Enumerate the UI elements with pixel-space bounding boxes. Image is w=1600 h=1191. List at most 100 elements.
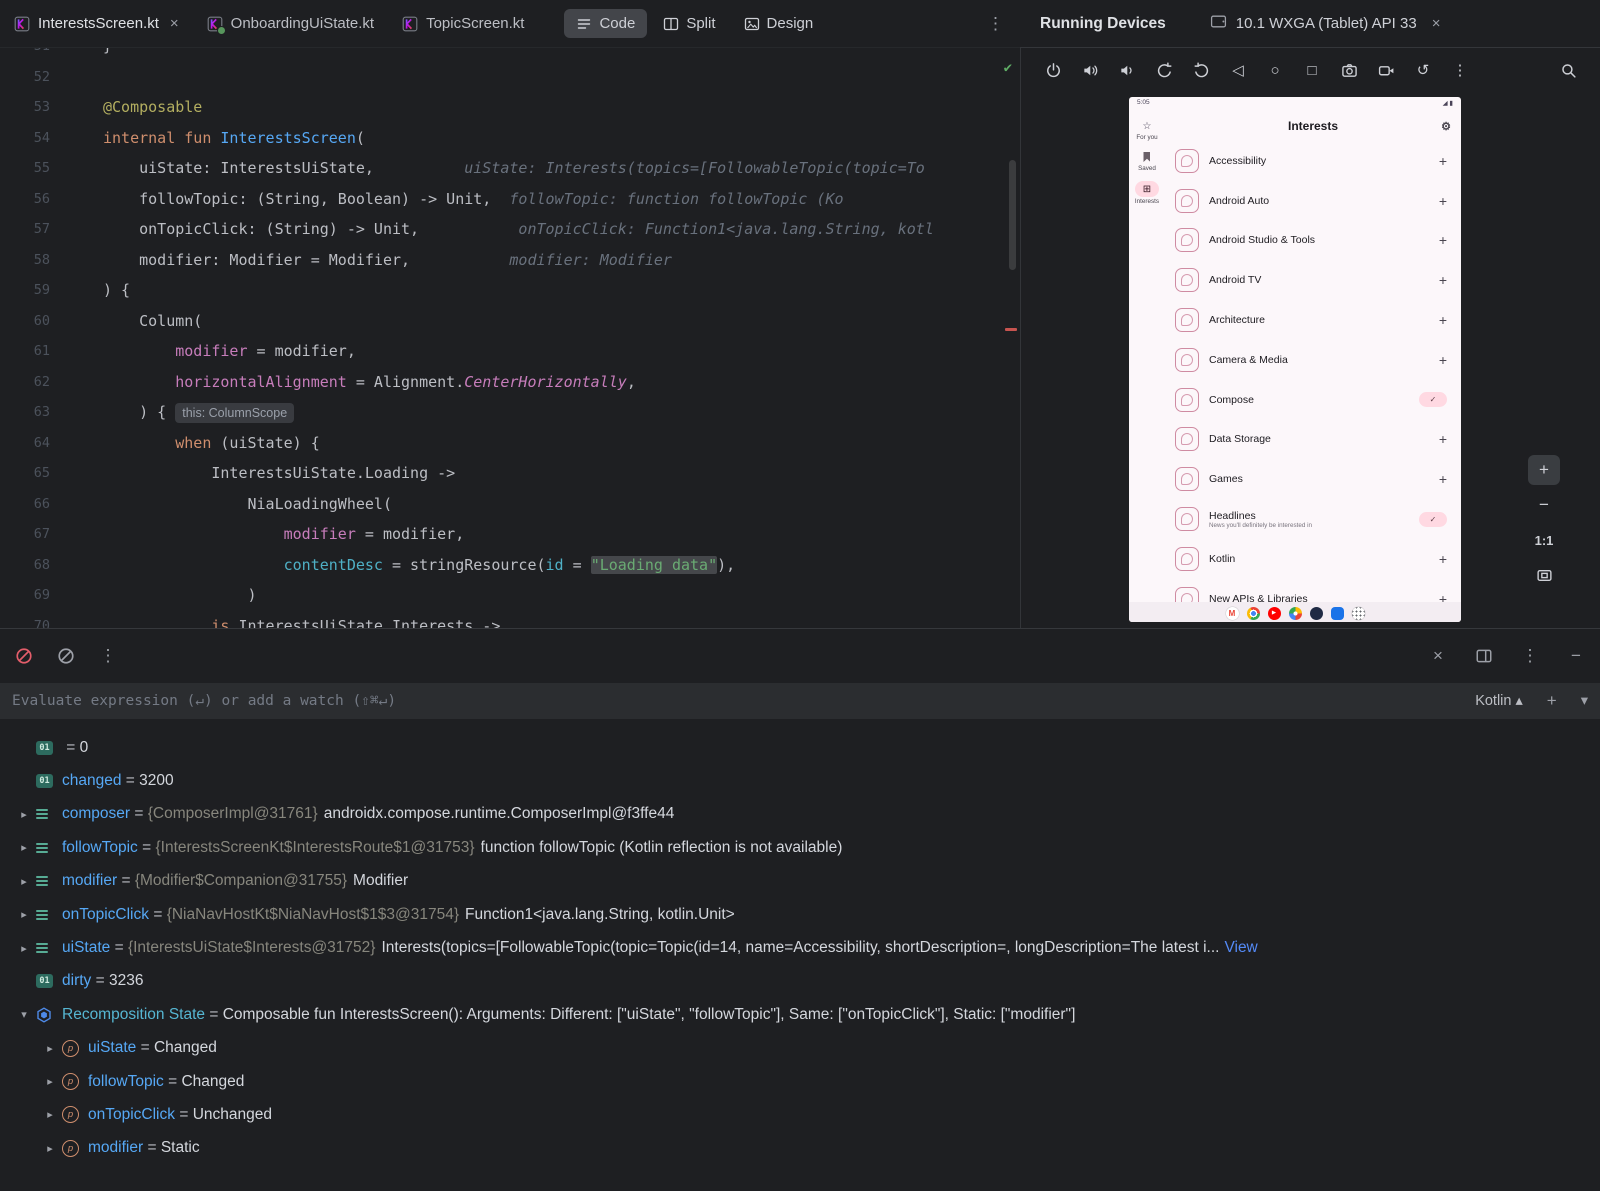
- zoom-ratio-label[interactable]: 1:1: [1528, 525, 1560, 555]
- nav-saved[interactable]: Saved: [1138, 150, 1156, 172]
- nav-for-you[interactable]: ☆For you: [1136, 119, 1157, 141]
- topic-row[interactable]: Camera & Media+: [1175, 340, 1447, 380]
- device-screen[interactable]: 5:05 ◢ ▮ ☆For youSaved⊞Interests Interes…: [1129, 97, 1461, 622]
- follow-plus-icon[interactable]: +: [1439, 591, 1447, 602]
- fit-screen-icon[interactable]: [1528, 560, 1560, 590]
- hide-icon[interactable]: −: [1566, 646, 1586, 666]
- variable-row[interactable]: ▸ponTopicClick = Unchanged: [0, 1098, 1600, 1131]
- expand-chevron-icon[interactable]: ▸: [12, 841, 36, 854]
- variable-row[interactable]: ▾Recomposition State = Composable fun In…: [0, 998, 1600, 1031]
- tab-options-icon[interactable]: ⋮: [987, 14, 1004, 34]
- followed-check-icon[interactable]: ✓: [1419, 392, 1447, 407]
- variable-row[interactable]: ▸pmodifier = Static: [0, 1132, 1600, 1165]
- variable-row[interactable]: 01changed = 3200: [0, 764, 1600, 797]
- topic-row[interactable]: Kotlin+: [1175, 539, 1447, 579]
- settings-gear-icon[interactable]: ⚙: [1441, 120, 1451, 133]
- power-icon[interactable]: [1043, 60, 1063, 80]
- apps-icon[interactable]: [1352, 607, 1365, 620]
- topic-row[interactable]: Compose✓: [1175, 380, 1447, 420]
- tab-close-icon[interactable]: ×: [170, 15, 179, 32]
- follow-plus-icon[interactable]: +: [1439, 272, 1447, 288]
- device-search-icon[interactable]: [1558, 60, 1578, 80]
- expand-chevron-icon[interactable]: ▸: [38, 1108, 62, 1121]
- snapshot-icon[interactable]: ↺: [1413, 60, 1433, 80]
- collapse-chevron-icon[interactable]: ▾: [12, 1008, 36, 1021]
- follow-plus-icon[interactable]: +: [1439, 352, 1447, 368]
- device-tab[interactable]: 10.1 WXGA (Tablet) API 33 ×: [1210, 13, 1441, 34]
- layout-settings-icon[interactable]: [1474, 646, 1494, 666]
- add-watch-icon[interactable]: +: [1547, 691, 1557, 711]
- mute-renderers-icon[interactable]: [56, 646, 76, 666]
- expand-chevron-icon[interactable]: ▸: [12, 908, 36, 921]
- expand-chevron-icon[interactable]: ▸: [38, 1042, 62, 1055]
- volume-down-icon[interactable]: [1117, 60, 1137, 80]
- view-toggle-design[interactable]: Design: [732, 9, 826, 38]
- topic-row[interactable]: Android Auto+: [1175, 181, 1447, 221]
- inspections-ok-icon[interactable]: ✔: [1004, 60, 1012, 76]
- expand-chevron-icon[interactable]: ▸: [38, 1075, 62, 1088]
- volume-up-icon[interactable]: [1080, 60, 1100, 80]
- evaluate-expression-input[interactable]: Evaluate expression (↵) or add a watch (…: [0, 683, 1600, 719]
- topic-row[interactable]: Android Studio & Tools+: [1175, 221, 1447, 261]
- view-link[interactable]: View: [1224, 939, 1257, 957]
- rotate-left-icon[interactable]: [1154, 60, 1174, 80]
- topic-row[interactable]: HeadlinesNews you'll definitely be inter…: [1175, 499, 1447, 539]
- editor-scrollbar[interactable]: [1009, 160, 1016, 270]
- eval-language-selector[interactable]: Kotlin ▴: [1475, 693, 1523, 709]
- rotate-right-icon[interactable]: [1191, 60, 1211, 80]
- mute-breakpoints-icon[interactable]: [14, 646, 34, 666]
- follow-plus-icon[interactable]: +: [1439, 431, 1447, 447]
- variables-panel[interactable]: 01 = 001changed = 3200▸composer = {Compo…: [0, 719, 1600, 1191]
- variable-row[interactable]: ▸followTopic = {InterestsScreenKt$Intere…: [0, 831, 1600, 864]
- follow-plus-icon[interactable]: +: [1439, 232, 1447, 248]
- nav-interests[interactable]: ⊞Interests: [1135, 181, 1159, 205]
- variable-row[interactable]: ▸composer = {ComposerImpl@31761}androidx…: [0, 798, 1600, 831]
- variable-row[interactable]: ▸onTopicClick = {NiaNavHostKt$NiaNavHost…: [0, 898, 1600, 931]
- error-stripe-mark[interactable]: [1005, 328, 1017, 331]
- clock-icon[interactable]: [1310, 607, 1323, 620]
- variable-row[interactable]: ▸pfollowTopic = Changed: [0, 1065, 1600, 1098]
- more-icon[interactable]: ⋮: [1520, 646, 1540, 666]
- chrome-icon[interactable]: [1247, 607, 1260, 620]
- expand-chevron-icon[interactable]: ▸: [12, 942, 36, 955]
- follow-plus-icon[interactable]: +: [1439, 471, 1447, 487]
- view-toggle-code[interactable]: Code: [564, 9, 647, 38]
- topic-row[interactable]: Android TV+: [1175, 260, 1447, 300]
- overview-icon[interactable]: □: [1302, 60, 1322, 80]
- close-icon[interactable]: ×: [1428, 646, 1448, 666]
- youtube-icon[interactable]: ▶: [1268, 607, 1281, 620]
- variable-row[interactable]: ▸puiState = Changed: [0, 1032, 1600, 1065]
- zoom-out-icon[interactable]: −: [1528, 490, 1560, 520]
- topic-row[interactable]: New APIs & Libraries+: [1175, 579, 1447, 602]
- variable-row[interactable]: 01dirty = 3236: [0, 965, 1600, 998]
- device-tab-close-icon[interactable]: ×: [1432, 15, 1441, 32]
- photos-icon[interactable]: [1289, 607, 1302, 620]
- home-icon[interactable]: ○: [1265, 60, 1285, 80]
- zoom-in-icon[interactable]: +: [1528, 455, 1560, 485]
- files-icon[interactable]: [1331, 607, 1344, 620]
- variable-row[interactable]: 01 = 0: [0, 731, 1600, 764]
- variable-row[interactable]: ▸modifier = {Modifier$Companion@31755}Mo…: [0, 865, 1600, 898]
- expand-chevron-icon[interactable]: ▸: [12, 875, 36, 888]
- editor-tab-interestsscreen-kt[interactable]: InterestsScreen.kt×: [0, 0, 193, 47]
- editor-tab-topicscreen-kt[interactable]: TopicScreen.kt: [388, 0, 538, 47]
- back-icon[interactable]: ◁: [1228, 60, 1248, 80]
- more-icon[interactable]: ⋮: [98, 646, 118, 666]
- expand-chevron-icon[interactable]: ▸: [38, 1142, 62, 1155]
- gmail-icon[interactable]: M: [1226, 607, 1239, 620]
- expand-icon[interactable]: ▾: [1581, 693, 1588, 709]
- expand-chevron-icon[interactable]: ▸: [12, 808, 36, 821]
- view-toggle-split[interactable]: Split: [651, 9, 727, 38]
- topic-row[interactable]: Accessibility+: [1175, 141, 1447, 181]
- topic-row[interactable]: Data Storage+: [1175, 420, 1447, 460]
- topic-row[interactable]: Games+: [1175, 459, 1447, 499]
- code-editor[interactable]: 51}5253@Composable54internal fun Interes…: [0, 48, 1020, 628]
- follow-plus-icon[interactable]: +: [1439, 312, 1447, 328]
- screenshot-icon[interactable]: [1339, 60, 1359, 80]
- editor-tab-onboardinguistate-kt[interactable]: OnboardingUiState.kt: [193, 0, 388, 47]
- follow-plus-icon[interactable]: +: [1439, 551, 1447, 567]
- follow-plus-icon[interactable]: +: [1439, 153, 1447, 169]
- followed-check-icon[interactable]: ✓: [1419, 512, 1447, 527]
- more-icon[interactable]: ⋮: [1450, 60, 1470, 80]
- record-icon[interactable]: [1376, 60, 1396, 80]
